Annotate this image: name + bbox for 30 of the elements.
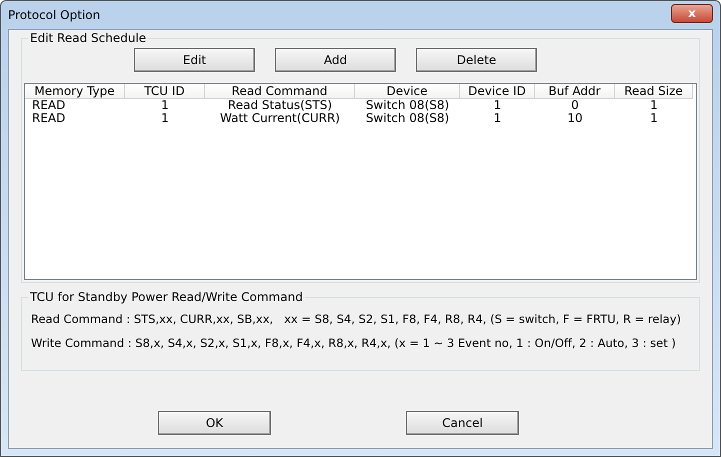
table-cell-text: 1: [649, 99, 659, 112]
help-text: Write Command : S8,x, S4,x, S2,x, S1,x, F8,x, F4,x, R8,x, R4,x, (x = 1 ~ 3 Event no, 1 : On/Off, 2 : Auto, 3 : set ): [31, 336, 677, 351]
dialog-button[interactable]: OK: [158, 411, 271, 435]
dialog-button[interactable]: Add: [275, 48, 396, 72]
column-header[interactable]: Memory Type: [25, 84, 125, 99]
dialog-button[interactable]: Edit: [134, 48, 255, 72]
table-cell-text: 10: [566, 112, 584, 125]
table-cell-text: READ: [31, 99, 66, 112]
group-title: TCU for Standby Power Read/Write Command: [28, 290, 305, 305]
table-cell-text: Read Status(STS): [226, 99, 334, 112]
table-cell-text: 1: [160, 112, 170, 125]
column-header[interactable]: TCU ID: [125, 84, 205, 99]
table-cell-text: 1: [160, 99, 170, 112]
table-cell-text: 0: [570, 99, 580, 112]
table-cell-text: 1: [492, 99, 502, 112]
column-header[interactable]: Read Command: [205, 84, 355, 99]
help-text: Read Command : STS,xx, CURR,xx, SB,xx, xx = S8, S4, S2, S1, F8, F4, R8, R4, (S = switch, F = FRTU, R = relay): [31, 312, 682, 327]
table-cell-text: READ: [31, 112, 66, 125]
dialog-button[interactable]: Delete: [416, 48, 537, 72]
table-cell-text: 1: [492, 112, 502, 125]
table-cell-text: Switch 08(S8): [364, 99, 450, 112]
dialog-button[interactable]: Cancel: [406, 411, 519, 435]
column-header[interactable]: Device ID: [460, 84, 535, 99]
column-header[interactable]: Read Size: [615, 84, 693, 99]
table-cell-text: Watt Current(CURR): [219, 112, 341, 125]
table-cell-text: 1: [649, 112, 659, 125]
window-title: Protocol Option: [8, 7, 100, 24]
column-header[interactable]: Buf Addr: [535, 84, 615, 99]
table-cell-text: Switch 08(S8): [364, 112, 450, 125]
column-header[interactable]: Device: [355, 84, 460, 99]
